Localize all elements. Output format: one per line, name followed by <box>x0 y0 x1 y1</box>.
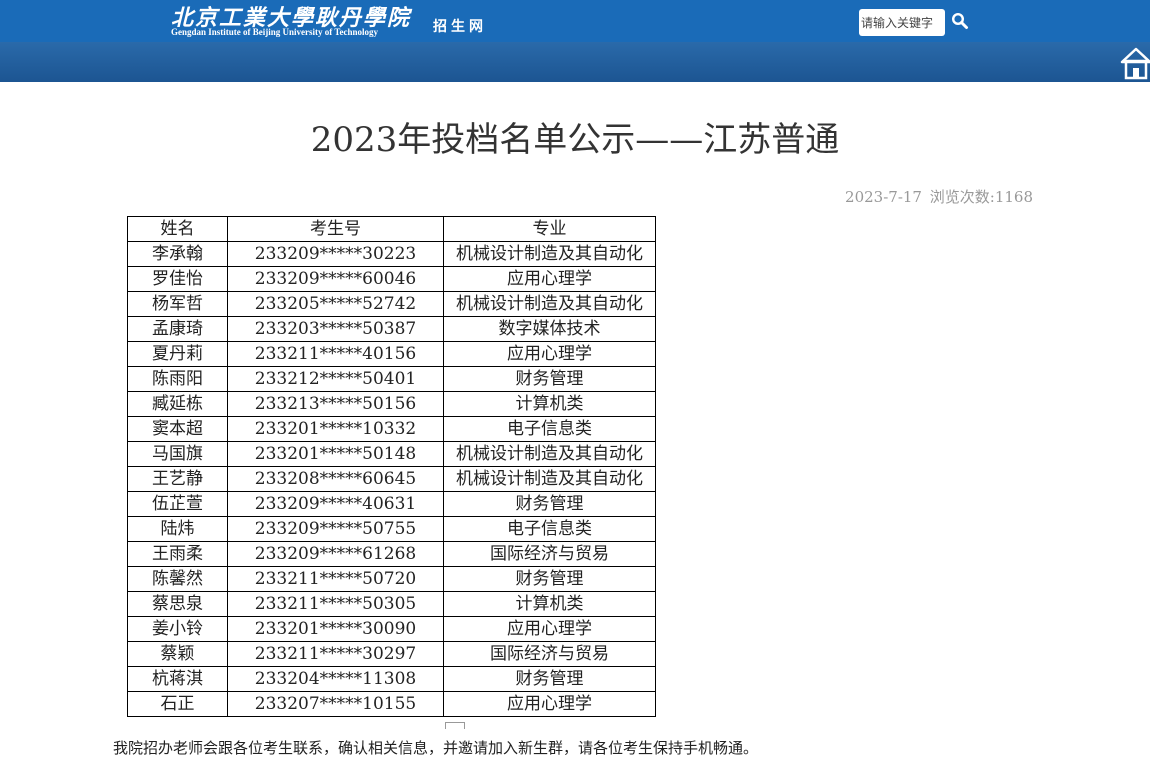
cell-exam-id: 233204*****11308 <box>227 666 444 692</box>
cell-name: 石正 <box>127 691 228 717</box>
table-row: 王雨柔 233209*****61268 国际经济与贸易 <box>127 541 656 567</box>
cell-exam-id: 233209*****61268 <box>227 541 444 567</box>
table-row: 蔡思泉 233211*****50305 计算机类 <box>127 591 656 617</box>
view-count: 浏览次数:1168 <box>929 188 1033 206</box>
cell-exam-id: 233208*****60645 <box>227 466 444 492</box>
cell-exam-id: 233211*****30297 <box>227 641 444 667</box>
cell-exam-id: 233207*****10155 <box>227 691 444 717</box>
column-header-name: 姓名 <box>127 216 228 242</box>
table-row: 孟康琦 233203*****50387 数字媒体技术 <box>127 316 656 342</box>
cell-major: 电子信息类 <box>443 416 656 442</box>
table-row: 李承翰 233209*****30223 机械设计制造及其自动化 <box>127 241 656 267</box>
cell-name: 王艺静 <box>127 466 228 492</box>
cell-major: 应用心理学 <box>443 691 656 717</box>
cell-name: 臧延栋 <box>127 391 228 417</box>
site-logo-subtitle: 招生网 <box>433 19 487 35</box>
table-row: 蔡颖 233211*****30297 国际经济与贸易 <box>127 641 656 667</box>
cell-major: 财务管理 <box>443 566 656 592</box>
cell-major: 数字媒体技术 <box>443 316 656 342</box>
cell-name: 姜小铃 <box>127 616 228 642</box>
cell-exam-id: 233209*****60046 <box>227 266 444 292</box>
cell-name: 陈馨然 <box>127 566 228 592</box>
cell-exam-id: 233201*****30090 <box>227 616 444 642</box>
header-nav-band <box>0 42 1150 82</box>
publish-date: 2023-7-17 <box>845 188 922 206</box>
cell-exam-id: 233209*****40631 <box>227 491 444 517</box>
table-resize-handle <box>445 722 465 729</box>
cell-major: 财务管理 <box>443 666 656 692</box>
cell-major: 机械设计制造及其自动化 <box>443 291 656 317</box>
cell-major: 应用心理学 <box>443 341 656 367</box>
table-row: 杭蒋淇 233204*****11308 财务管理 <box>127 666 656 692</box>
cell-exam-id: 233211*****40156 <box>227 341 444 367</box>
table-row: 陆炜 233209*****50755 电子信息类 <box>127 516 656 542</box>
admission-table-container: 姓名 考生号 专业 李承翰 233209*****30223 机械设计制造及其自动化… <box>114 208 664 722</box>
table-row: 罗佳怡 233209*****60046 应用心理学 <box>127 266 656 292</box>
table-body: 李承翰 233209*****30223 机械设计制造及其自动化 罗佳怡 233209*… <box>127 241 656 717</box>
cell-major: 机械设计制造及其自动化 <box>443 441 656 467</box>
cell-exam-id: 233211*****50305 <box>227 591 444 617</box>
search-icon[interactable] <box>951 12 969 30</box>
column-header-exam-id: 考生号 <box>227 216 444 242</box>
table-row: 臧延栋 233213*****50156 计算机类 <box>127 391 656 417</box>
cell-name: 杭蒋淇 <box>127 666 228 692</box>
cell-major: 国际经济与贸易 <box>443 541 656 567</box>
cell-name: 夏丹莉 <box>127 341 228 367</box>
table-row: 陈雨阳 233212*****50401 财务管理 <box>127 366 656 392</box>
table-row: 杨军哲 233205*****52742 机械设计制造及其自动化 <box>127 291 656 317</box>
site-logo-chinese[interactable]: 北京工業大學耿丹學院 <box>171 0 411 31</box>
table-row: 窦本超 233201*****10332 电子信息类 <box>127 416 656 442</box>
table-row: 夏丹莉 233211*****40156 应用心理学 <box>127 341 656 367</box>
admission-table: 姓名 考生号 专业 李承翰 233209*****30223 机械设计制造及其自动化… <box>127 216 656 717</box>
column-header-major: 专业 <box>443 216 656 242</box>
table-row: 石正 233207*****10155 应用心理学 <box>127 691 656 717</box>
cell-exam-id: 233205*****52742 <box>227 291 444 317</box>
home-icon[interactable] <box>1120 46 1150 80</box>
cell-name: 杨军哲 <box>127 291 228 317</box>
table-row: 陈馨然 233211*****50720 财务管理 <box>127 566 656 592</box>
cell-name: 孟康琦 <box>127 316 228 342</box>
cell-name: 蔡颖 <box>127 641 228 667</box>
cell-major: 财务管理 <box>443 491 656 517</box>
cell-major: 应用心理学 <box>443 616 656 642</box>
cell-exam-id: 233203*****50387 <box>227 316 444 342</box>
cell-major: 电子信息类 <box>443 516 656 542</box>
cell-exam-id: 233213*****50156 <box>227 391 444 417</box>
cell-exam-id: 233211*****50720 <box>227 566 444 592</box>
cell-name: 陈雨阳 <box>127 366 228 392</box>
cell-major: 应用心理学 <box>443 266 656 292</box>
cell-name: 王雨柔 <box>127 541 228 567</box>
cell-name: 伍芷萱 <box>127 491 228 517</box>
table-row: 马国旗 233201*****50148 机械设计制造及其自动化 <box>127 441 656 467</box>
page-title: 2023年投档名单公示——江苏普通 <box>310 120 840 160</box>
search-input[interactable] <box>859 9 945 36</box>
cell-major: 国际经济与贸易 <box>443 641 656 667</box>
table-row: 姜小铃 233201*****30090 应用心理学 <box>127 616 656 642</box>
cell-major: 机械设计制造及其自动化 <box>443 241 656 267</box>
table-row: 王艺静 233208*****60645 机械设计制造及其自动化 <box>127 466 656 492</box>
cell-exam-id: 233212*****50401 <box>227 366 444 392</box>
site-logo-english[interactable]: Gengdan Institute of Beijing University … <box>171 27 378 37</box>
cell-name: 陆炜 <box>127 516 228 542</box>
cell-major: 计算机类 <box>443 391 656 417</box>
cell-exam-id: 233209*****50755 <box>227 516 444 542</box>
cell-major: 计算机类 <box>443 591 656 617</box>
site-header: 北京工業大學耿丹學院 Gengdan Institute of Beijing … <box>0 0 1150 82</box>
footer-notice: 我院招办老师会跟各位考生联系，确认相关信息，并邀请加入新生群，请各位考生保持手机… <box>113 739 759 757</box>
table-row: 伍芷萱 233209*****40631 财务管理 <box>127 491 656 517</box>
cell-major: 财务管理 <box>443 366 656 392</box>
cell-exam-id: 233209*****30223 <box>227 241 444 267</box>
cell-name: 蔡思泉 <box>127 591 228 617</box>
cell-exam-id: 233201*****50148 <box>227 441 444 467</box>
cell-name: 李承翰 <box>127 241 228 267</box>
article-meta: 2023-7-17 浏览次数:1168 <box>845 186 1033 207</box>
table-header-row: 姓名 考生号 专业 <box>127 216 656 242</box>
cell-exam-id: 233201*****10332 <box>227 416 444 442</box>
cell-name: 马国旗 <box>127 441 228 467</box>
cell-name: 罗佳怡 <box>127 266 228 292</box>
cell-major: 机械设计制造及其自动化 <box>443 466 656 492</box>
cell-name: 窦本超 <box>127 416 228 442</box>
